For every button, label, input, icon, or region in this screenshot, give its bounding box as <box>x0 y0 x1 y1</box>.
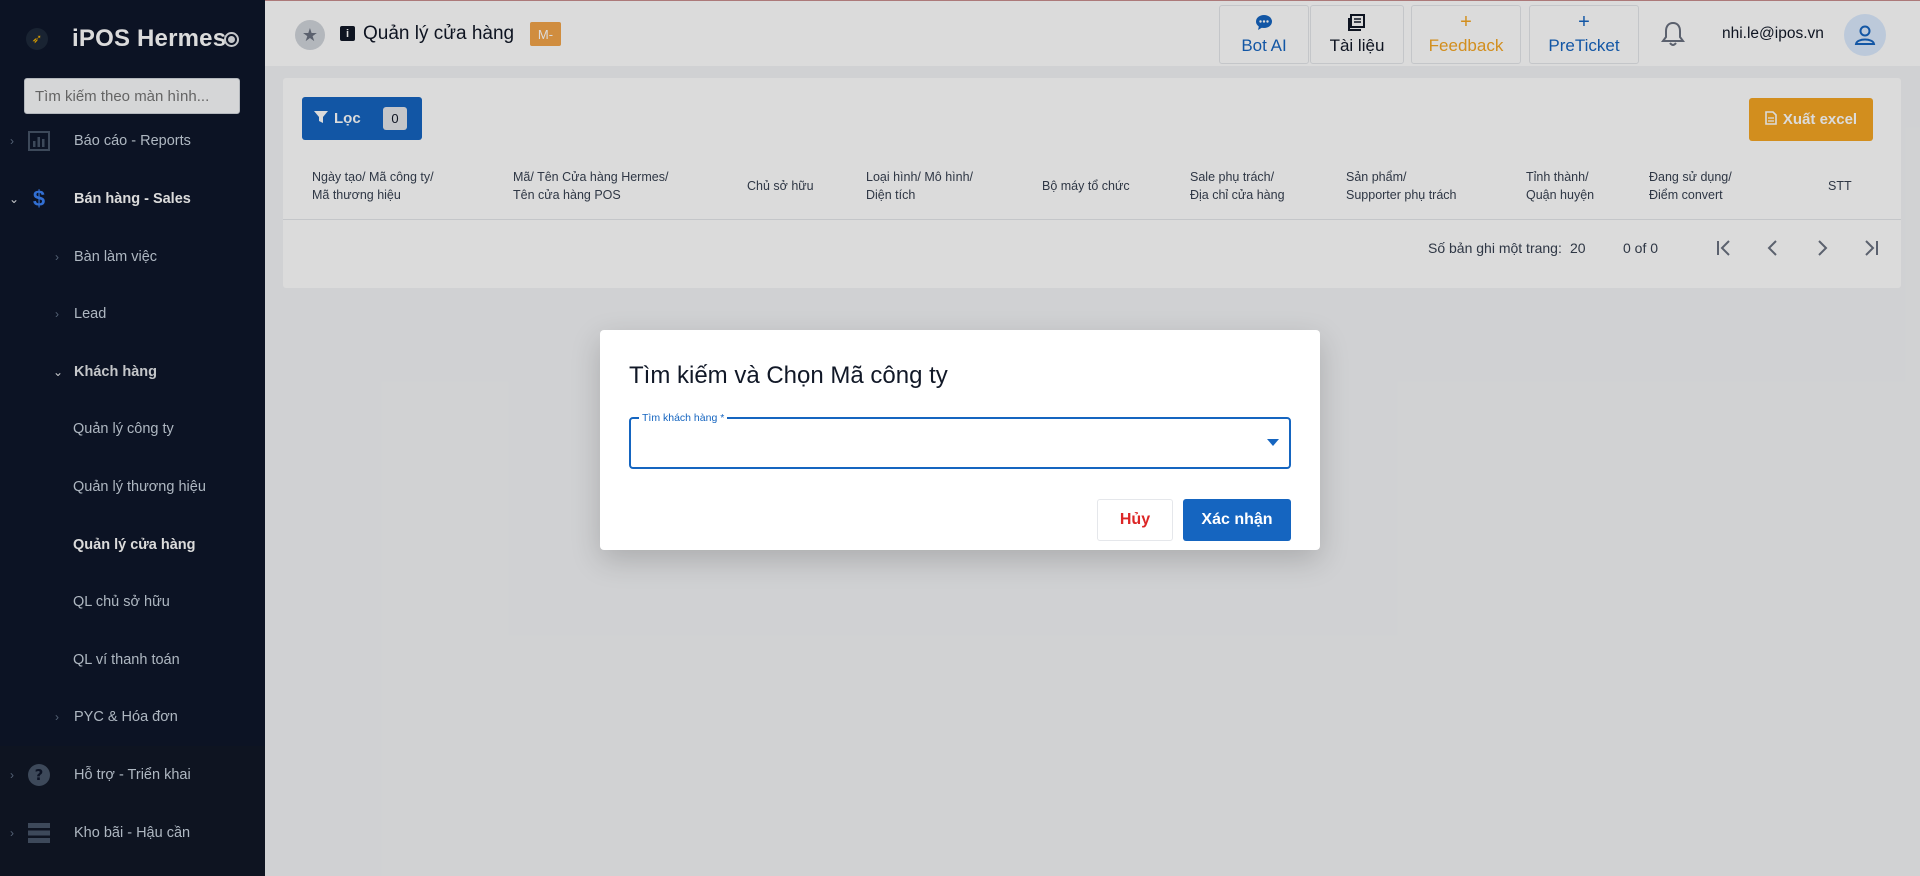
dialog-title: Tìm kiếm và Chọn Mã công ty <box>629 362 948 389</box>
customer-search-field[interactable]: Tìm khách hàng * <box>629 412 1291 469</box>
customer-search-input[interactable] <box>643 431 1243 455</box>
select-company-dialog: Tìm kiếm và Chọn Mã công ty Tìm khách hà… <box>600 330 1320 550</box>
dropdown-arrow-icon[interactable] <box>1267 439 1279 446</box>
customer-search-label: Tìm khách hàng * <box>639 412 728 424</box>
cancel-button[interactable]: Hủy <box>1097 499 1173 541</box>
confirm-button[interactable]: Xác nhận <box>1183 499 1291 541</box>
